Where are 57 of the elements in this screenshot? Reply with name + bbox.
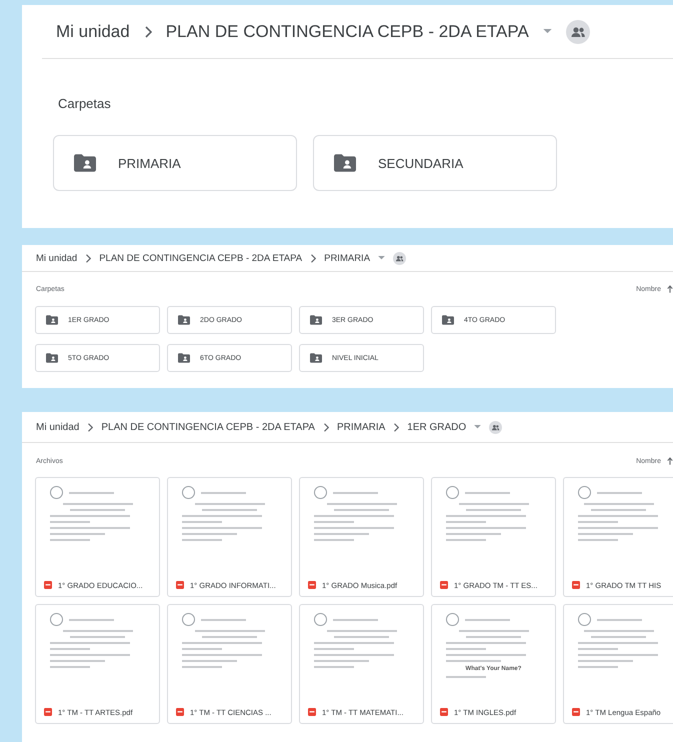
- pdf-icon: [308, 581, 316, 589]
- pdf-icon: [572, 708, 580, 716]
- shared-folder-icon: [310, 315, 322, 325]
- arrow-up-icon[interactable]: [667, 457, 673, 465]
- pdf-icon: [44, 581, 52, 589]
- seal-icon: [50, 486, 63, 499]
- chevron-right-icon: [393, 422, 400, 432]
- folder-name: SECUNDARIA: [378, 156, 464, 170]
- breadcrumb-item[interactable]: PRIMARIA: [324, 252, 370, 264]
- seal-icon: [314, 613, 327, 626]
- shared-people-icon[interactable]: [393, 252, 406, 264]
- chevron-right-icon: [310, 254, 316, 262]
- breadcrumb-item[interactable]: PRIMARIA: [336, 422, 386, 432]
- caret-down-icon[interactable]: [474, 425, 482, 429]
- pdf-icon: [176, 708, 184, 716]
- pdf-icon: [176, 581, 184, 589]
- breadcrumb-item[interactable]: Mi unidad: [36, 422, 80, 432]
- shared-folder-icon: [178, 353, 190, 363]
- pdf-icon: [440, 708, 448, 716]
- pdf-icon: [44, 708, 52, 716]
- breadcrumb-item[interactable]: Mi unidad: [36, 252, 78, 264]
- breadcrumb-item[interactable]: PLAN DE CONTINGENCIA CEPB - 2DA ETAPA: [99, 252, 302, 264]
- pdf-icon: [308, 708, 316, 716]
- folder-name: PRIMARIA: [118, 156, 181, 170]
- folder-card[interactable]: SECUNDARIA: [313, 135, 557, 191]
- shared-folder-icon: [46, 353, 58, 363]
- shared-folder-icon: [178, 315, 190, 325]
- shared-people-icon[interactable]: [489, 420, 502, 434]
- section-label: Carpetas: [58, 96, 111, 110]
- seal-icon: [446, 486, 459, 499]
- chevron-right-icon: [85, 254, 92, 262]
- caret-down-icon[interactable]: [378, 256, 386, 260]
- pdf-icon: [572, 581, 580, 589]
- breadcrumb-item[interactable]: Mi unidad: [56, 22, 130, 42]
- breadcrumb-item[interactable]: 1ER GRADO: [407, 422, 466, 432]
- shared-folder-icon: [310, 353, 322, 363]
- chevron-right-icon: [144, 26, 152, 38]
- arrow-up-icon[interactable]: [667, 285, 673, 293]
- breadcrumb-item[interactable]: PLAN DE CONTINGENCIA CEPB - 2DA ETAPA: [101, 422, 315, 432]
- shared-folder-icon: [46, 315, 58, 325]
- chevron-right-icon: [322, 422, 329, 432]
- caret-down-icon[interactable]: [542, 29, 552, 34]
- seal-icon: [182, 613, 195, 626]
- seal-icon: [182, 486, 195, 499]
- pdf-icon: [440, 581, 448, 589]
- shared-folder-icon: [74, 154, 96, 172]
- chevron-right-icon: [87, 422, 94, 432]
- seal-icon: [314, 486, 327, 499]
- seal-icon: [50, 613, 63, 626]
- breadcrumb-item[interactable]: PLAN DE CONTINGENCIA CEPB - 2DA ETAPA: [166, 22, 529, 42]
- folder-card[interactable]: PRIMARIA: [53, 135, 297, 191]
- shared-people-icon[interactable]: [566, 20, 590, 44]
- seal-icon: [578, 486, 591, 499]
- shared-folder-icon: [334, 154, 356, 172]
- seal-icon: [446, 613, 459, 626]
- shared-folder-icon: [442, 315, 454, 325]
- seal-icon: [578, 613, 591, 626]
